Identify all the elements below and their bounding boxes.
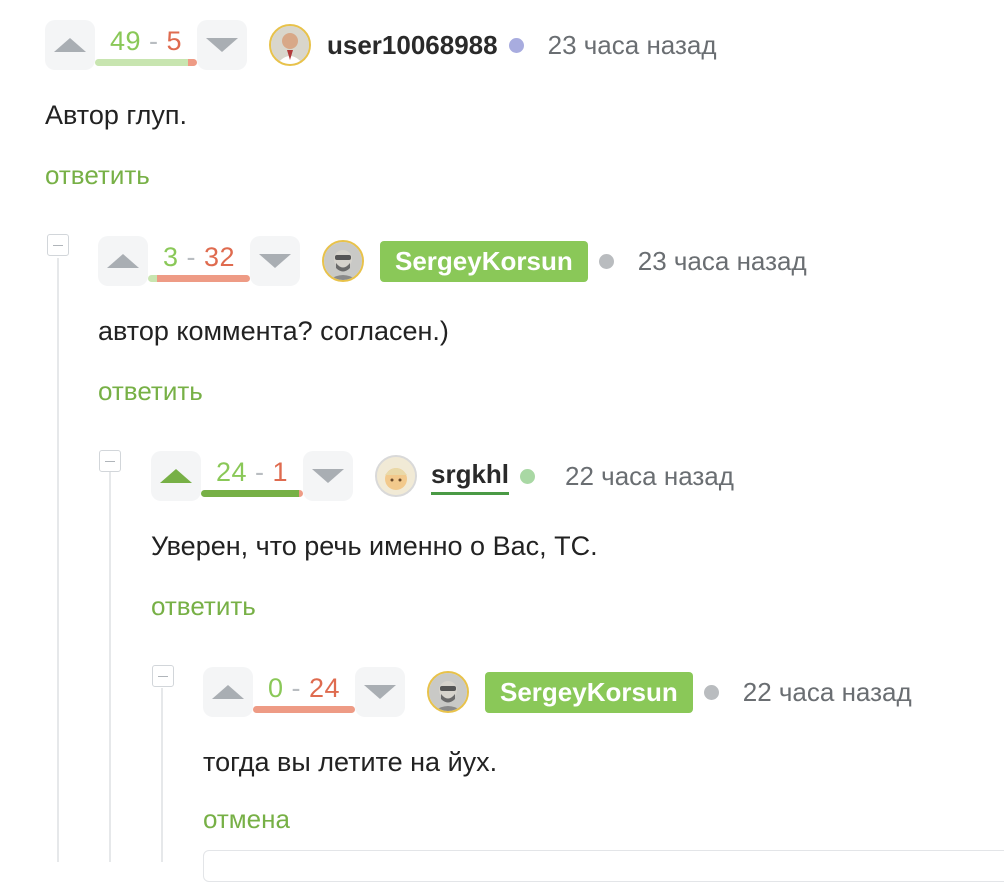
collapse-thread-button[interactable] (152, 665, 174, 687)
reply-link[interactable]: ответить (151, 591, 256, 622)
comment-header: 3 - 32 SergeyKorsun 23 часа назад (98, 236, 807, 286)
rating-minus: 1 (272, 457, 289, 487)
downvote-button[interactable] (250, 236, 300, 286)
collapse-thread-button[interactable] (47, 234, 69, 256)
avatar[interactable] (269, 24, 311, 66)
username[interactable]: user10068988 (327, 30, 498, 61)
rating-plus: 3 (162, 242, 179, 272)
rating-separator: - (186, 242, 196, 272)
rating: 49 - 5 (95, 20, 197, 70)
username-badge[interactable]: SergeyKorsun (380, 240, 588, 282)
rating-plus: 24 (215, 457, 247, 487)
rating-minus: 5 (166, 26, 183, 56)
triangle-up-icon (54, 38, 86, 52)
thread-line (109, 472, 111, 862)
rating-separator: - (255, 457, 265, 487)
status-dot (508, 37, 524, 53)
upvote-button[interactable] (203, 667, 253, 717)
comment-text: Уверен, что речь именно о Вас, ТС. (151, 531, 598, 561)
triangle-up-icon (212, 685, 244, 699)
upvote-button[interactable] (151, 451, 201, 501)
avatar[interactable] (375, 455, 417, 497)
reply-input[interactable] (203, 850, 1004, 882)
comment-header: 24 - 1 srgkhl 22 часа назад (151, 451, 734, 501)
cancel-link[interactable]: отмена (203, 804, 290, 835)
status-dot (703, 684, 719, 700)
avatar[interactable] (427, 671, 469, 713)
timestamp[interactable]: 22 часа назад (743, 677, 912, 708)
thread-line (57, 258, 59, 862)
reply-link[interactable]: ответить (45, 160, 150, 191)
rating-minus: 24 (309, 673, 341, 703)
triangle-up-icon (107, 254, 139, 268)
comment-text: Автор глуп. (45, 100, 187, 130)
comment-header: 49 - 5 user10068988 23 часа назад (45, 20, 717, 70)
rating-minus: 32 (204, 242, 236, 272)
reply-link[interactable]: ответить (98, 376, 203, 407)
timestamp[interactable]: 23 часа назад (548, 30, 717, 61)
status-dot (598, 253, 614, 269)
comment-text: тогда вы летите на йух. (203, 747, 498, 777)
timestamp[interactable]: 23 часа назад (638, 246, 807, 277)
rating-bar (148, 275, 250, 282)
comment-header: 0 - 24 SergeyKorsun 22 часа назад (203, 667, 912, 717)
collapse-thread-button[interactable] (99, 450, 121, 472)
rating: 3 - 32 (148, 236, 250, 286)
rating-plus: 0 (267, 673, 284, 703)
avatar[interactable] (322, 240, 364, 282)
rating: 0 - 24 (253, 667, 355, 717)
triangle-down-icon (206, 38, 238, 52)
rating: 24 - 1 (201, 451, 303, 501)
rating-bar (201, 490, 303, 497)
rating-plus: 49 (109, 26, 141, 56)
username[interactable]: srgkhl (431, 458, 510, 495)
rating-separator: - (291, 673, 301, 703)
downvote-button[interactable] (303, 451, 353, 501)
upvote-button[interactable] (45, 20, 95, 70)
thread-line (161, 688, 163, 862)
timestamp[interactable]: 22 часа назад (565, 461, 734, 492)
triangle-up-icon (160, 469, 192, 483)
upvote-button[interactable] (98, 236, 148, 286)
rating-bar (95, 59, 197, 66)
downvote-button[interactable] (197, 20, 247, 70)
rating-bar (253, 706, 355, 713)
triangle-down-icon (259, 254, 291, 268)
triangle-down-icon (312, 469, 344, 483)
username-badge[interactable]: SergeyKorsun (485, 671, 693, 713)
comment-text: автор коммента? согласен.) (98, 316, 449, 346)
status-dot (520, 468, 536, 484)
rating-separator: - (149, 26, 159, 56)
downvote-button[interactable] (355, 667, 405, 717)
triangle-down-icon (364, 685, 396, 699)
